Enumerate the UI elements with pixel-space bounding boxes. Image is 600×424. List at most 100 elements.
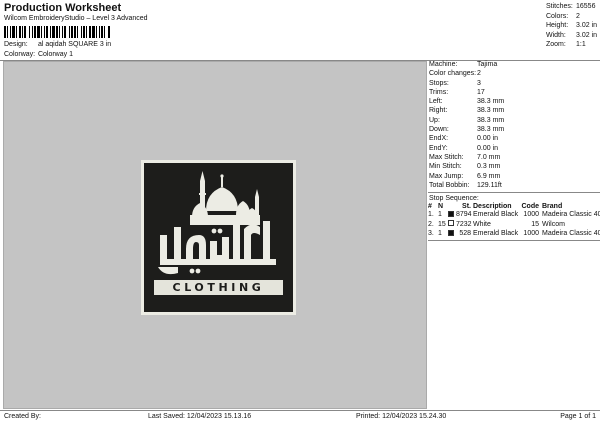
property-row: Max Stitch: 7.0 mm [428, 154, 600, 163]
design-value: al aqidah SQUARE 3 in [37, 41, 112, 48]
design-label: Design: [4, 41, 28, 48]
property-row: Left: 38.3 mm [428, 98, 600, 107]
property-value: 3 [477, 79, 481, 87]
machine-properties: Machine: Tajima Color changes:2 Stops: 3 Trim… [428, 61, 600, 191]
design-row: Design: al aqidah SQUARE 3 in [4, 41, 111, 48]
property-value: 7.0 mm [477, 153, 501, 161]
col-header: N [438, 203, 444, 211]
last-saved: Last Saved: 12/04/2023 15.13.16 [148, 413, 252, 420]
stop-row: 2. 15 7232 White 15 Wilcom [428, 220, 600, 230]
property-row: Right: 38.3 mm [428, 107, 600, 116]
property-row: Total Bobbin: 129.11ft [428, 182, 600, 191]
property-value: 38.3 mm [477, 126, 505, 134]
property-row: Color changes:2 [428, 70, 600, 79]
property-value: 0.00 in [477, 135, 499, 143]
property-value: 0.00 in [477, 144, 499, 152]
property-row: Machine: Tajima [428, 61, 600, 70]
stop-num: 2. [428, 220, 434, 228]
design-stats: Stitches: 16556 Colors: 2 Height: 3.02 in W… [546, 3, 597, 51]
property-value: 17 [477, 88, 485, 96]
property-label: Stops: [429, 79, 449, 87]
property-label: Machine: [429, 61, 458, 68]
stop-num: 1. [428, 211, 434, 219]
design-info-panel: Machine: Tajima Color changes:2 Stops: 3 Trim… [428, 61, 600, 409]
color-swatch [448, 229, 454, 236]
property-value: Tajima [477, 61, 498, 68]
property-value: 129.11ft [477, 181, 502, 189]
created-by: Created By: [4, 413, 41, 420]
stat-row: Stitches: 16556 [546, 3, 596, 10]
property-label: Up: [429, 116, 440, 124]
worksheet-footer: Created By: Last Saved: 12/04/2023 15.13… [0, 410, 600, 424]
barcode-bar [110, 26, 111, 38]
color-swatch [448, 220, 454, 227]
stop-code: 15 [531, 220, 539, 228]
stat-row: Colors: 2 [546, 12, 580, 20]
stop-sequence-header: # N St. Description Code Brand [428, 203, 600, 210]
stop-st: 7232 [456, 220, 472, 228]
property-value: 38.3 mm [477, 116, 505, 124]
property-value: 2 [477, 70, 481, 78]
property-label: Left: [429, 98, 443, 106]
col-header: Code [521, 203, 540, 211]
page-title: Production Worksheet [4, 2, 122, 14]
stop-st: 8794 [456, 211, 472, 219]
stop-sequence-title: Stop Sequence: [429, 195, 479, 203]
software-name: Wilcom EmbroideryStudio – Level 3 Advanc… [4, 15, 148, 22]
properties-divider [428, 192, 600, 194]
colorway-row: Colorway: Colorway 1 [4, 51, 73, 58]
property-value: 6.9 mm [477, 172, 501, 180]
colorway-label: Colorway: [4, 51, 36, 58]
stat-row: Height: 3.02 in [546, 22, 598, 30]
color-swatch [448, 210, 454, 217]
property-row: EndY: 0.00 in [428, 145, 600, 154]
property-label: Max Jump: [429, 172, 464, 180]
stat-row: Width: 3.02 in [546, 31, 598, 39]
design-preview-canvas[interactable]: CLOTHING [3, 61, 427, 409]
property-row: Up: 38.3 mm [428, 117, 600, 126]
worksheet-header: Production Worksheet Wilcom EmbroiderySt… [0, 0, 600, 62]
barcode [4, 26, 170, 38]
property-value: 38.3 mm [477, 98, 505, 106]
property-label: Min Stitch: [429, 163, 462, 171]
stops-divider [428, 239, 600, 241]
col-header: # [428, 203, 432, 211]
property-label: Total Bobbin: [429, 181, 470, 189]
property-label: Right: [429, 107, 448, 115]
stat-row: Zoom: 1:1 [546, 41, 586, 49]
stop-code: 1000 [523, 230, 539, 238]
embroidery-patch: CLOTHING [141, 160, 296, 315]
colorway-value: Colorway 1 [37, 51, 73, 58]
property-value: 38.3 mm [477, 107, 505, 115]
property-row: Down: 38.3 mm [428, 126, 600, 135]
stop-row: 3. 1 528 Emerald Black 1000 Madeira Classic 4… [428, 229, 600, 239]
property-label: Color changes: [429, 70, 477, 78]
property-label: Max Stitch: [429, 153, 464, 161]
patch-background: CLOTHING [144, 163, 293, 312]
col-header: St. [462, 203, 471, 211]
stop-brand: Madeira Classic 40 [542, 230, 600, 238]
stop-sequence-list: 1. 1 8794 Emerald Black 1000 Madeira Classic … [428, 210, 600, 239]
property-row: EndX: 0.00 in [428, 135, 600, 144]
stop-desc: Emerald Black [473, 211, 519, 219]
stop-n: 15 [438, 220, 446, 228]
property-label: EndX: [429, 135, 449, 143]
property-row: Stops: 3 [428, 80, 600, 89]
property-row: Trims: 17 [428, 89, 600, 98]
property-row: Min Stitch: 0.3 mm [428, 163, 600, 172]
clothing-banner: CLOTHING [154, 280, 283, 295]
page-number: Page 1 of 1 [560, 413, 596, 420]
printed-date: Printed: 12/04/2023 15.24.30 [356, 413, 447, 420]
stop-st: 528 [459, 230, 471, 238]
property-label: Trims: [429, 88, 449, 96]
stop-num: 3. [428, 230, 434, 238]
stop-desc: Emerald Black [473, 230, 519, 238]
stop-n: 1 [438, 230, 442, 238]
stop-desc: White [473, 220, 491, 228]
property-label: EndY: [429, 144, 448, 152]
stop-n: 1 [438, 211, 442, 219]
property-value: 0.3 mm [477, 163, 501, 171]
col-header: Description [473, 203, 512, 211]
stop-brand: Madeira Classic 40 [542, 211, 600, 219]
stop-brand: Wilcom [542, 220, 565, 228]
